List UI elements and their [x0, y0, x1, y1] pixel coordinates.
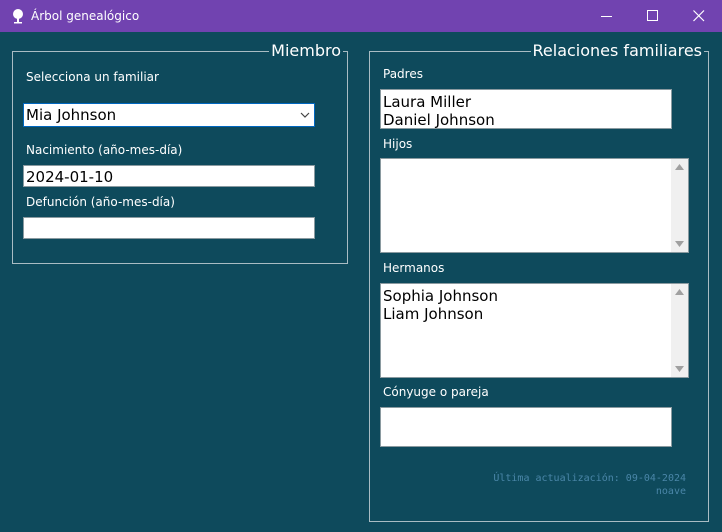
- title-bar[interactable]: Árbol genealógico: [0, 0, 722, 32]
- last-update-text: Última actualización: 09-04-2024: [493, 473, 686, 484]
- chevron-down-icon[interactable]: [300, 110, 310, 120]
- author-text: noave: [655, 486, 686, 497]
- scroll-down-icon[interactable]: [675, 241, 684, 247]
- close-icon: [693, 10, 705, 22]
- spouse-label: Cónyuge o pareja: [383, 385, 489, 399]
- relations-group-legend: Relaciones familiares: [530, 41, 704, 60]
- parents-list[interactable]: Laura Miller Daniel Johnson: [380, 89, 672, 129]
- children-label: Hijos: [383, 137, 413, 151]
- children-list[interactable]: [380, 158, 689, 253]
- list-item[interactable]: Liam Johnson: [383, 305, 498, 323]
- maximize-icon: [647, 10, 658, 21]
- close-button[interactable]: [676, 0, 722, 32]
- siblings-scrollbar[interactable]: [671, 284, 688, 377]
- member-select[interactable]: Mia Johnson: [23, 103, 315, 127]
- list-item[interactable]: Daniel Johnson: [383, 111, 495, 128]
- birth-date-field[interactable]: 2024-01-10: [23, 165, 315, 187]
- member-select-value: Mia Johnson: [26, 106, 117, 124]
- minimize-button[interactable]: [584, 0, 630, 32]
- select-member-label: Selecciona un familiar: [26, 70, 159, 84]
- siblings-label: Hermanos: [383, 261, 445, 275]
- spouse-field[interactable]: [380, 407, 672, 447]
- birth-label: Nacimiento (año-mes-día): [26, 143, 183, 157]
- list-item[interactable]: Sophia Johnson: [383, 287, 498, 305]
- death-label: Defunción (año-mes-día): [26, 195, 175, 209]
- scroll-down-icon[interactable]: [675, 366, 684, 372]
- birth-date-value: 2024-01-10: [26, 168, 114, 186]
- scroll-up-icon[interactable]: [675, 164, 684, 170]
- siblings-list[interactable]: Sophia Johnson Liam Johnson: [380, 283, 689, 378]
- window-title: Árbol genealógico: [31, 9, 140, 23]
- parents-label: Padres: [383, 67, 423, 81]
- death-date-field[interactable]: [23, 217, 315, 239]
- maximize-button[interactable]: [630, 0, 676, 32]
- scroll-up-icon[interactable]: [675, 289, 684, 295]
- list-item[interactable]: Laura Miller: [383, 93, 495, 111]
- minimize-icon: [601, 16, 612, 17]
- tree-icon: [10, 8, 26, 24]
- children-scrollbar[interactable]: [671, 159, 688, 252]
- member-group-legend: Miembro: [269, 41, 343, 60]
